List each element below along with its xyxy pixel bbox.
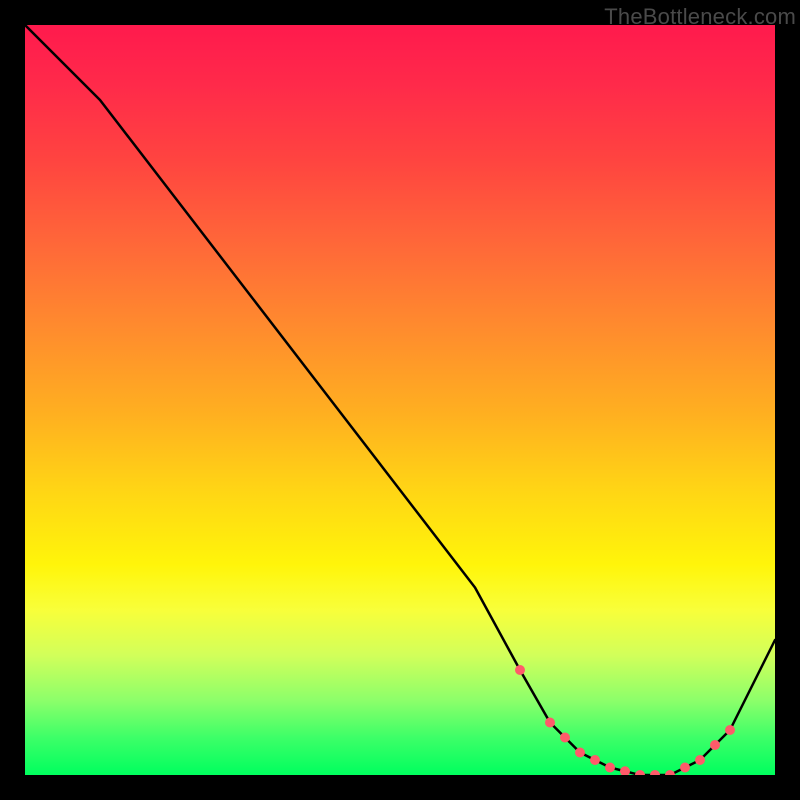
data-markers bbox=[515, 665, 735, 775]
watermark-label: TheBottleneck.com bbox=[604, 4, 796, 30]
chart-plot-area bbox=[25, 25, 775, 775]
chart-svg bbox=[25, 25, 775, 775]
data-curve bbox=[25, 25, 775, 775]
